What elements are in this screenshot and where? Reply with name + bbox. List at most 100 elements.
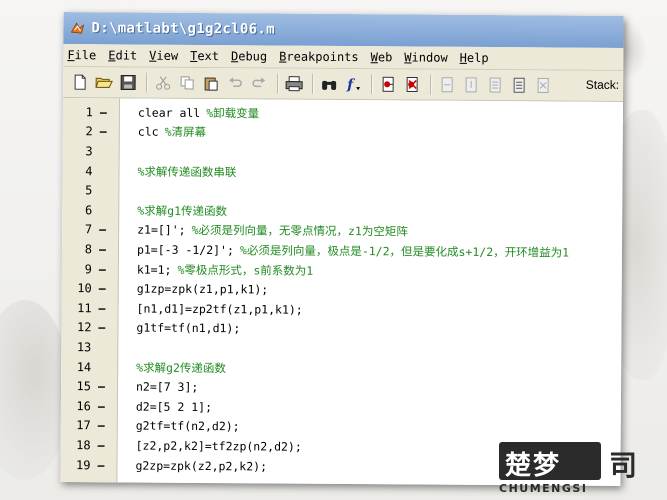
menu-text[interactable]: Text [190,49,219,63]
executable-line-marker[interactable]: — [100,105,114,119]
line-number: 9 [84,261,92,276]
step-out-icon[interactable] [484,74,506,96]
continue-icon[interactable] [508,74,530,96]
function-f-icon[interactable]: f [342,73,364,95]
executable-line-marker[interactable]: — [98,399,112,413]
code-text: g1tf=tf(n1,d1); [136,320,241,336]
menu-label-rest: eb [377,50,393,65]
backdrop-shadow-left [0,300,70,480]
line-number: 11 [77,300,92,316]
code-comment: %必须是列向量，极点是-1/2，但是要化成s+1/2，开环增益为1 [239,243,570,260]
executable-line-marker[interactable]: — [97,458,111,472]
new-file-icon[interactable] [69,71,91,93]
code-text: g2zp=zpk(z2,p2,k2); [135,458,268,474]
step-icon[interactable] [436,74,458,96]
executable-line-marker[interactable]: — [98,419,112,433]
stack-label: Stack: [585,77,620,92]
line-number: 2 [85,124,93,139]
copy-icon[interactable] [176,72,198,94]
save-disk-icon[interactable] [117,71,139,93]
menu-label-rest: dit [115,48,138,63]
toolbar-separator [312,73,314,94]
code-comment: %清屏幕 [164,125,207,140]
executable-line-marker[interactable]: — [100,125,114,139]
code-text: g1zp=zpk(z1,p1,k1); [136,281,269,297]
print-icon[interactable] [283,73,305,95]
menu-accelerator-key: D [230,49,239,64]
toolbar-separator [277,73,279,94]
clear-breakpoints-icon[interactable] [401,73,423,95]
menu-window[interactable]: Window [404,50,447,64]
code-comment: %卸载变量 [206,105,260,121]
watermark-text: CHUMENGSI [499,482,588,495]
chumengsi-watermark-logo: 楚梦 司 CHUMENGSI [499,442,659,496]
menu-edit[interactable]: Edit [108,48,137,62]
executable-line-marker[interactable]: — [99,281,113,295]
executable-line-marker[interactable]: — [98,379,112,393]
toolbar-separator [430,74,432,95]
watermark-glyphs: 楚梦 [505,451,562,481]
line-number: 3 [85,144,93,159]
matlab-editor-window: D:\matlabt\g1g2cl06.m File Edit View Text De… [60,12,624,486]
menu-label-rest: ebug [238,49,268,64]
step-in-icon[interactable] [460,74,482,96]
title-bar[interactable]: D:\matlabt\g1g2cl06.m [63,12,624,48]
code-text: d2=[5 2 1]; [135,399,213,414]
undo-icon[interactable] [224,72,246,94]
line-number: 1 [85,105,93,120]
executable-line-marker[interactable]: — [99,262,113,276]
menu-label-rest: reakpoints [286,49,359,65]
code-editor[interactable]: 1 — clear all %卸载变量 2 — clc %清屏幕 3 4 %求解传递函数串联 5 6 %求… [60,98,624,486]
code-text: clc [137,124,159,140]
code-text: [n1,d1]=zp2tf(z1,p1,k1); [136,301,303,317]
code-text: n2=[7 3]; [135,379,199,395]
toolbar: f Stack: [63,67,624,102]
menu-label-rest: iew [156,48,179,63]
line-number: 19 [75,457,91,472]
toolbar-separator [371,74,373,95]
exit-debug-icon[interactable] [532,74,554,96]
code-text: [z2,p2,k2]=tf2zp(n2,d2); [135,438,302,454]
set-breakpoint-icon[interactable] [377,73,399,95]
line-number: 12 [76,320,92,335]
find-binoculars-icon[interactable] [318,73,340,95]
executable-line-marker[interactable]: — [98,438,112,452]
menu-web[interactable]: Web [371,50,393,64]
code-comment: %必须是列向量，无零点情况，z1为空矩阵 [191,223,408,239]
code-comment: %求解g2传递函数 [136,360,226,375]
line-number: 16 [76,398,91,414]
toolbar-separator [146,72,148,93]
line-number: 14 [76,359,92,374]
line-number: 4 [85,163,93,178]
executable-line-marker[interactable]: — [99,242,113,256]
menu-help[interactable]: Help [460,51,489,65]
executable-line-marker[interactable]: — [98,321,112,335]
code-comment: %求解g1传递函数 [137,203,228,218]
cut-scissors-icon[interactable] [152,72,174,94]
code-text: g2tf=tf(n2,d2); [135,418,240,434]
code-comment: %求解传递函数串联 [137,164,237,179]
code-text: p1=[-3 -1/2]'; [136,242,234,258]
window-title: D:\matlabt\g1g2cl06.m [91,20,275,38]
code-comment: %零极点形式，s前系数为1 [177,262,314,278]
line-number: 6 [84,203,93,218]
line-number: 8 [84,242,93,257]
menu-debug[interactable]: Debug [231,49,267,63]
line-number: 15 [76,379,92,394]
menu-view[interactable]: View [149,49,178,63]
paste-clipboard-icon[interactable] [200,72,222,94]
watermark-tail-glyph: 司 [609,449,638,482]
menu-file[interactable]: File [67,48,96,62]
executable-line-marker[interactable]: — [99,223,113,237]
redo-icon[interactable] [248,72,270,94]
svg-text:f: f [346,77,356,92]
open-folder-icon[interactable] [93,71,115,93]
menu-breakpoints[interactable]: Breakpoints [279,50,359,65]
line-number: 17 [76,418,91,433]
line-number: 10 [77,281,92,296]
code-text: clear all [137,105,201,120]
code-text: k1=1; [136,262,172,277]
menu-accelerator-key: H [459,50,467,65]
executable-line-marker[interactable]: — [99,301,113,315]
code-text: z1=[]'; [137,222,186,238]
